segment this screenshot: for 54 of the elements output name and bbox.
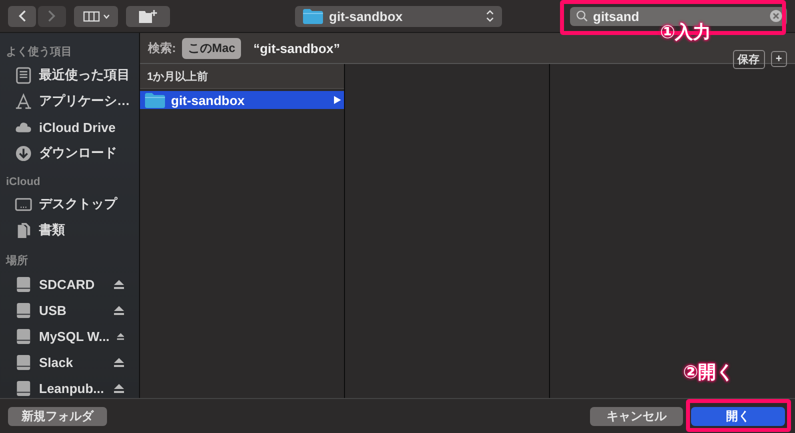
new-folder-button[interactable] (126, 6, 170, 26)
sidebar-section-title: iCloud (5, 175, 42, 190)
annotation-label: ②開く (683, 361, 734, 384)
drive-icon (15, 276, 32, 292)
open-button[interactable]: 開く (691, 406, 785, 426)
sidebar-item[interactable]: USB (0, 297, 139, 323)
eject-icon[interactable] (116, 332, 124, 340)
folder-icon (145, 92, 165, 108)
columns-icon (82, 10, 100, 22)
search-scope-label: 検索: (148, 40, 176, 56)
sidebar-section-title: よく使う項目 (5, 45, 73, 60)
sidebar-item[interactable]: ダウンロード (0, 140, 139, 166)
sidebar-item[interactable]: 書類 (0, 217, 139, 243)
sidebar-item[interactable]: デスクトップ (0, 191, 139, 217)
drive-icon (15, 328, 32, 344)
sidebar-item[interactable]: SDCARD (0, 271, 139, 297)
chevron-left-icon (18, 10, 26, 22)
document-tray-icon (15, 66, 32, 84)
folder-plus-icon (139, 10, 157, 22)
drive-icon (15, 380, 32, 396)
caret-icon (102, 14, 110, 18)
download-icon (15, 144, 32, 162)
sidebar-item[interactable]: Leanpub... (0, 375, 139, 401)
group-header: 1か月以上前 (140, 64, 344, 89)
sidebar-item[interactable]: Slack (0, 349, 139, 375)
scope-button[interactable]: このMac (182, 38, 242, 58)
chevron-right-icon (48, 10, 56, 22)
drive-icon (15, 302, 32, 318)
save-button[interactable]: 保存 (732, 50, 765, 68)
up-down-icon (486, 10, 494, 22)
sidebar-item[interactable]: iCloud Drive (0, 114, 139, 140)
folder-row[interactable]: git-sandbox (140, 91, 344, 109)
back-button[interactable] (8, 6, 36, 26)
eject-icon[interactable] (114, 306, 124, 314)
apps-icon (15, 92, 32, 110)
sidebar-item[interactable]: アプリケーシ… (0, 88, 139, 114)
eject-icon[interactable] (114, 384, 124, 392)
drive-icon (15, 354, 32, 370)
clear-icon[interactable] (770, 10, 782, 22)
sidebar-section-title: 場所 (4, 254, 29, 269)
eject-icon[interactable] (114, 280, 124, 288)
sidebar-item[interactable]: MySQL W... (0, 323, 139, 349)
documents-icon (15, 222, 32, 238)
new-folder-button[interactable]: 新規フォルダ (8, 406, 107, 426)
view-button[interactable] (74, 6, 118, 26)
eject-icon[interactable] (114, 358, 124, 366)
scope-button[interactable]: “git-sandbox” (247, 38, 346, 58)
cancel-button[interactable]: キャンセル (590, 406, 683, 426)
desktop-icon (15, 196, 32, 212)
folder-icon (303, 8, 323, 24)
disclosure-arrow-icon (334, 96, 341, 104)
add-button[interactable]: + (770, 51, 787, 67)
sidebar-item[interactable]: 最近使った項目 (0, 62, 139, 88)
path-popup[interactable]: git-sandbox (295, 6, 502, 26)
